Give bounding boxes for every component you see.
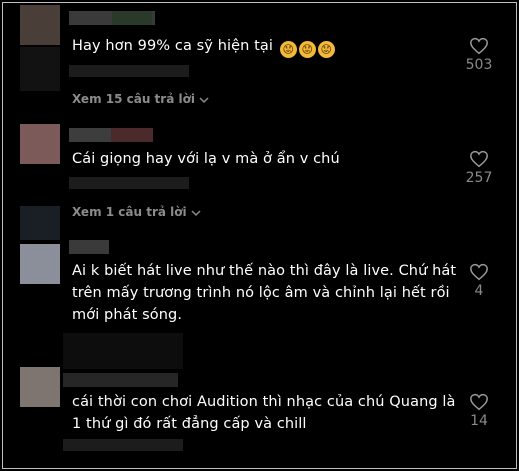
worried-face-icon: 😟 bbox=[279, 41, 297, 58]
worried-face-icon: 😟 bbox=[317, 41, 335, 58]
comment-text-line: 1 thứ gì đó rất đẳng cấp và chill bbox=[72, 416, 307, 432]
like-button[interactable]: 257 bbox=[454, 150, 504, 186]
chevron-down-icon bbox=[199, 97, 209, 104]
username-blurred[interactable] bbox=[63, 373, 178, 387]
comments-panel: Hay hơn 99% ca sỹ hiện tại 😟 😟 😟 Xem 15 câ… bbox=[2, 2, 517, 469]
like-count: 257 bbox=[465, 170, 493, 186]
comment-text-line: mới phát sóng. bbox=[72, 307, 183, 323]
timestamp-blurred bbox=[69, 177, 189, 189]
timestamp-blurred bbox=[69, 65, 189, 77]
comment-text-line: trên mấy trương trình nó lộc âm và chỉnh… bbox=[72, 285, 450, 301]
like-count: 503 bbox=[465, 57, 493, 73]
like-count: 4 bbox=[474, 283, 484, 299]
heart-outline-icon bbox=[470, 393, 488, 411]
comment-text-line: Ai k biết hát live như thế nào thì đây l… bbox=[72, 263, 457, 279]
avatar-blur-area bbox=[20, 47, 60, 91]
like-button[interactable]: 14 bbox=[454, 393, 504, 429]
comment-text: Ai k biết hát live như thế nào thì đây l… bbox=[72, 260, 456, 326]
heart-outline-icon bbox=[470, 150, 488, 168]
avatar[interactable] bbox=[20, 367, 60, 407]
like-button[interactable]: 503 bbox=[454, 37, 504, 73]
avatar[interactable] bbox=[20, 124, 60, 164]
username-blurred[interactable] bbox=[69, 240, 109, 254]
avatar[interactable] bbox=[20, 244, 60, 284]
heart-outline-icon bbox=[470, 263, 488, 281]
username-blurred-part bbox=[112, 11, 152, 25]
avatar[interactable] bbox=[20, 5, 60, 45]
view-replies-button[interactable]: Xem 1 câu trả lời bbox=[72, 205, 201, 219]
view-replies-button[interactable]: Xem 15 câu trả lời bbox=[72, 92, 209, 106]
like-count: 14 bbox=[470, 413, 488, 429]
like-button[interactable]: 4 bbox=[454, 263, 504, 299]
comment-text-line: cái thời con chơi Audition thì nhạc của … bbox=[72, 394, 456, 410]
heart-outline-icon bbox=[470, 37, 488, 55]
comment-text: cái thời con chơi Audition thì nhạc của … bbox=[72, 391, 456, 435]
timestamp-blurred bbox=[63, 439, 183, 451]
username-blurred-part bbox=[111, 128, 153, 142]
comment-text: Hay hơn 99% ca sỹ hiện tại 😟 😟 😟 bbox=[72, 35, 335, 58]
chevron-down-icon bbox=[191, 210, 201, 217]
worried-face-icon: 😟 bbox=[298, 41, 316, 58]
avatar-blur-area bbox=[20, 206, 60, 240]
comment-text: Cái giọng hay với lạ v mà ở ẩn v chú bbox=[72, 151, 340, 167]
timestamp-blurred bbox=[63, 333, 183, 369]
